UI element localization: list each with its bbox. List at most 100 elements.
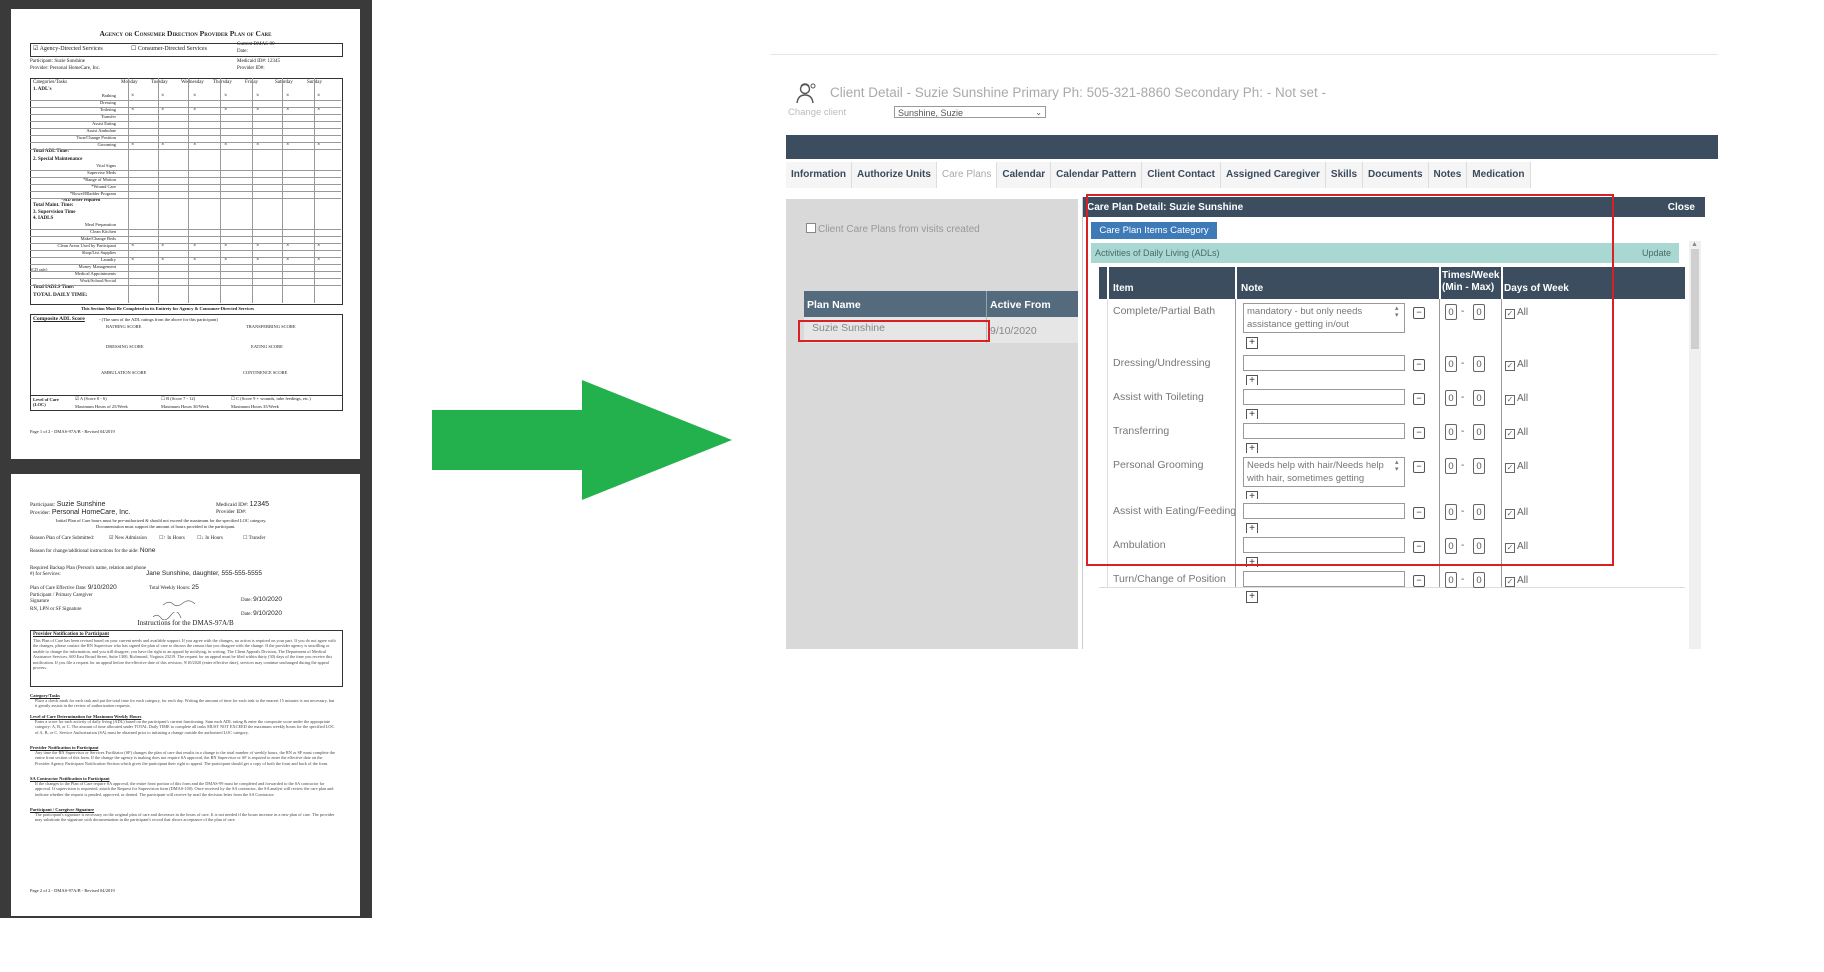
p2-date-2: Date: 9/10/2020 xyxy=(241,610,282,617)
grid-hline xyxy=(30,257,341,258)
p2-rn-label: RN, LPN or SF Signature xyxy=(30,607,82,612)
document-preview-strip: Agency or Consumer Direction Provider Pl… xyxy=(0,0,372,918)
plan-row-highlight-box xyxy=(798,320,990,342)
ambulation-score: AMBULATION SCORE xyxy=(101,370,147,375)
grid-col-header: Monday xyxy=(121,80,138,85)
total-daily: TOTAL DAILY TIME: xyxy=(33,292,88,298)
scrollbar[interactable]: ▲ xyxy=(1689,241,1701,649)
tab-authorize-units[interactable]: Authorize Units xyxy=(852,162,937,188)
grid-hline xyxy=(30,271,341,272)
tab-calendar[interactable]: Calendar xyxy=(997,162,1052,188)
grid-col-header: Thursday xyxy=(213,80,232,85)
section-adls: 1. ADL's xyxy=(33,87,52,92)
grid-row-label: Vital Signs xyxy=(96,163,116,168)
column-divider xyxy=(1501,567,1502,587)
participant-line: Participant: Suzie Sunshine xyxy=(30,59,86,64)
column-divider xyxy=(1235,567,1236,587)
tab-information[interactable]: Information xyxy=(786,162,852,188)
tab-care-plans[interactable]: Care Plans xyxy=(936,162,998,188)
visits-created-checkbox[interactable]: Client Care Plans from visits created xyxy=(806,223,980,235)
grid-x-mark: × xyxy=(317,93,321,99)
scrollbar-thumb[interactable] xyxy=(1691,249,1699,349)
grid-hline xyxy=(30,198,341,199)
section-special-maintenance: 2. Special Maintenance xyxy=(33,157,83,162)
close-button[interactable]: Close xyxy=(1668,202,1695,213)
p2-category-text: Place a check mark for each task and put… xyxy=(35,698,335,709)
p2-reason-change: Reason for change/additional instruction… xyxy=(30,547,156,554)
grid-x-mark: × xyxy=(256,93,260,99)
change-client-select[interactable]: Sunshine, Suzie ⌄ xyxy=(894,106,1046,118)
page-title: Client Detail - Suzie Sunshine Primary P… xyxy=(830,85,1326,100)
grid-hline xyxy=(30,114,341,115)
eating-score: EATING SCORE xyxy=(251,344,283,349)
dressing-score: DRESSING SCORE xyxy=(106,344,144,349)
p2-participant: Participant: Suzie Sunshine xyxy=(30,501,106,508)
tab-skills[interactable]: Skills xyxy=(1325,162,1364,188)
times-max-input[interactable]: 0 xyxy=(1473,572,1485,588)
tab-calendar-pattern[interactable]: Calendar Pattern xyxy=(1051,162,1143,188)
times-min-input[interactable]: 0 xyxy=(1445,572,1457,588)
rn-signature xyxy=(151,607,191,621)
p2-medicaid: Medicaid ID#: 12345 xyxy=(216,501,270,508)
p2-backup-label: Required Backup Plan (Person's name, rel… xyxy=(30,566,147,577)
remove-note-button[interactable]: − xyxy=(1413,575,1425,587)
plan-of-care-page-2: Participant: Suzie Sunshine Medicaid ID#… xyxy=(11,474,360,916)
composite-adl-score: Composite ADL Score xyxy=(33,316,85,322)
tab-documents[interactable]: Documents xyxy=(1363,162,1429,188)
consumer-directed-option: ☐ Consumer-Directed Services xyxy=(131,46,207,52)
p2-notification-title: Provider Notification to Participant xyxy=(33,632,110,637)
page1-footer: Page 1 of 2 - DMAS-97A/B - Revised 04/20… xyxy=(30,429,115,434)
section-iadls: 4. IADLS xyxy=(33,216,54,221)
note-input[interactable] xyxy=(1243,571,1405,587)
loc-a: ☑ A (Score 0 - 6) xyxy=(75,396,107,401)
grid-hline xyxy=(30,177,341,178)
range-dash: - xyxy=(1461,574,1465,585)
p2-decrease: ☐↓ In Hours xyxy=(197,536,223,541)
p2-caregiver-label: Participant / Primary Caregiver Signatur… xyxy=(30,593,93,604)
grid-hline xyxy=(30,236,341,237)
p2-initial-note: Initial Plan of Care hours must be pre-a… xyxy=(56,518,267,523)
tab-notes[interactable]: Notes xyxy=(1428,162,1468,188)
grid-hline xyxy=(30,128,341,129)
grid-col-header: Wednesday xyxy=(181,80,204,85)
caregiver-signature xyxy=(161,594,201,607)
grid-hline xyxy=(30,229,341,230)
grid-x-mark: × xyxy=(224,93,228,99)
tab-client-contact[interactable]: Client Contact xyxy=(1142,162,1221,188)
composite-note: - (The sum of the ADL ratings from the a… xyxy=(99,317,218,322)
grid-col-header: Saturday xyxy=(275,80,293,85)
days-all-checkbox[interactable]: ✓ All xyxy=(1505,575,1528,587)
grid-x-mark: × xyxy=(131,93,135,99)
loc-b: ☐ B (Score 7 - 12) xyxy=(161,396,196,401)
agency-directed-option: ☑ Agency-Directed Services xyxy=(33,46,103,52)
grid-hline xyxy=(30,170,341,171)
grid-hline xyxy=(30,107,341,108)
grid-hline xyxy=(30,278,341,279)
update-button[interactable]: Update xyxy=(1642,248,1671,258)
scroll-up-icon: ▲ xyxy=(1691,241,1698,248)
p2-pn-text: Any time the RN Supervisor or Services F… xyxy=(35,750,335,766)
p2-increase: ☐↑ In Hours xyxy=(159,536,185,541)
p2-notification-text: This Plan of Care has been revised based… xyxy=(33,638,336,671)
p2-instructions-title: Instructions for the DMAS-97A/B xyxy=(137,619,234,627)
item-name: Turn/Change of Position xyxy=(1113,573,1226,585)
tab-medication[interactable]: Medication xyxy=(1467,162,1531,188)
tab-bar: Information Authorize Units Care Plans Cale… xyxy=(786,162,1531,188)
grid-hline xyxy=(30,121,341,122)
grid-col-header: Categories/Tasks xyxy=(33,80,68,85)
visits-created-label: Client Care Plans from visits created xyxy=(818,224,980,235)
p2-new-admission: ☑ New Admission xyxy=(109,536,147,541)
p2-transfer: ☐ Transfer xyxy=(243,536,266,541)
caregiver-icon xyxy=(794,81,818,105)
provider-line: Provider: Personal HomeCare, Inc. xyxy=(30,66,101,71)
column-divider xyxy=(986,291,987,317)
level-of-care-label: Level of Care (LOC) xyxy=(33,397,59,407)
p2-doc-note: Documentation must support the amount of… xyxy=(96,524,236,529)
tab-assigned-caregiver[interactable]: Assigned Caregiver xyxy=(1220,162,1326,188)
care-plan-detail-highlight-box xyxy=(1086,194,1614,566)
col-plan-name: Plan Name xyxy=(807,299,861,311)
add-note-button[interactable]: + xyxy=(1246,591,1258,603)
plan-active-from-cell: 9/10/2020 xyxy=(990,325,1037,337)
grid-row-label: Meal Preparation xyxy=(84,222,116,227)
p2-provider-id: Provider ID#: xyxy=(216,509,247,515)
